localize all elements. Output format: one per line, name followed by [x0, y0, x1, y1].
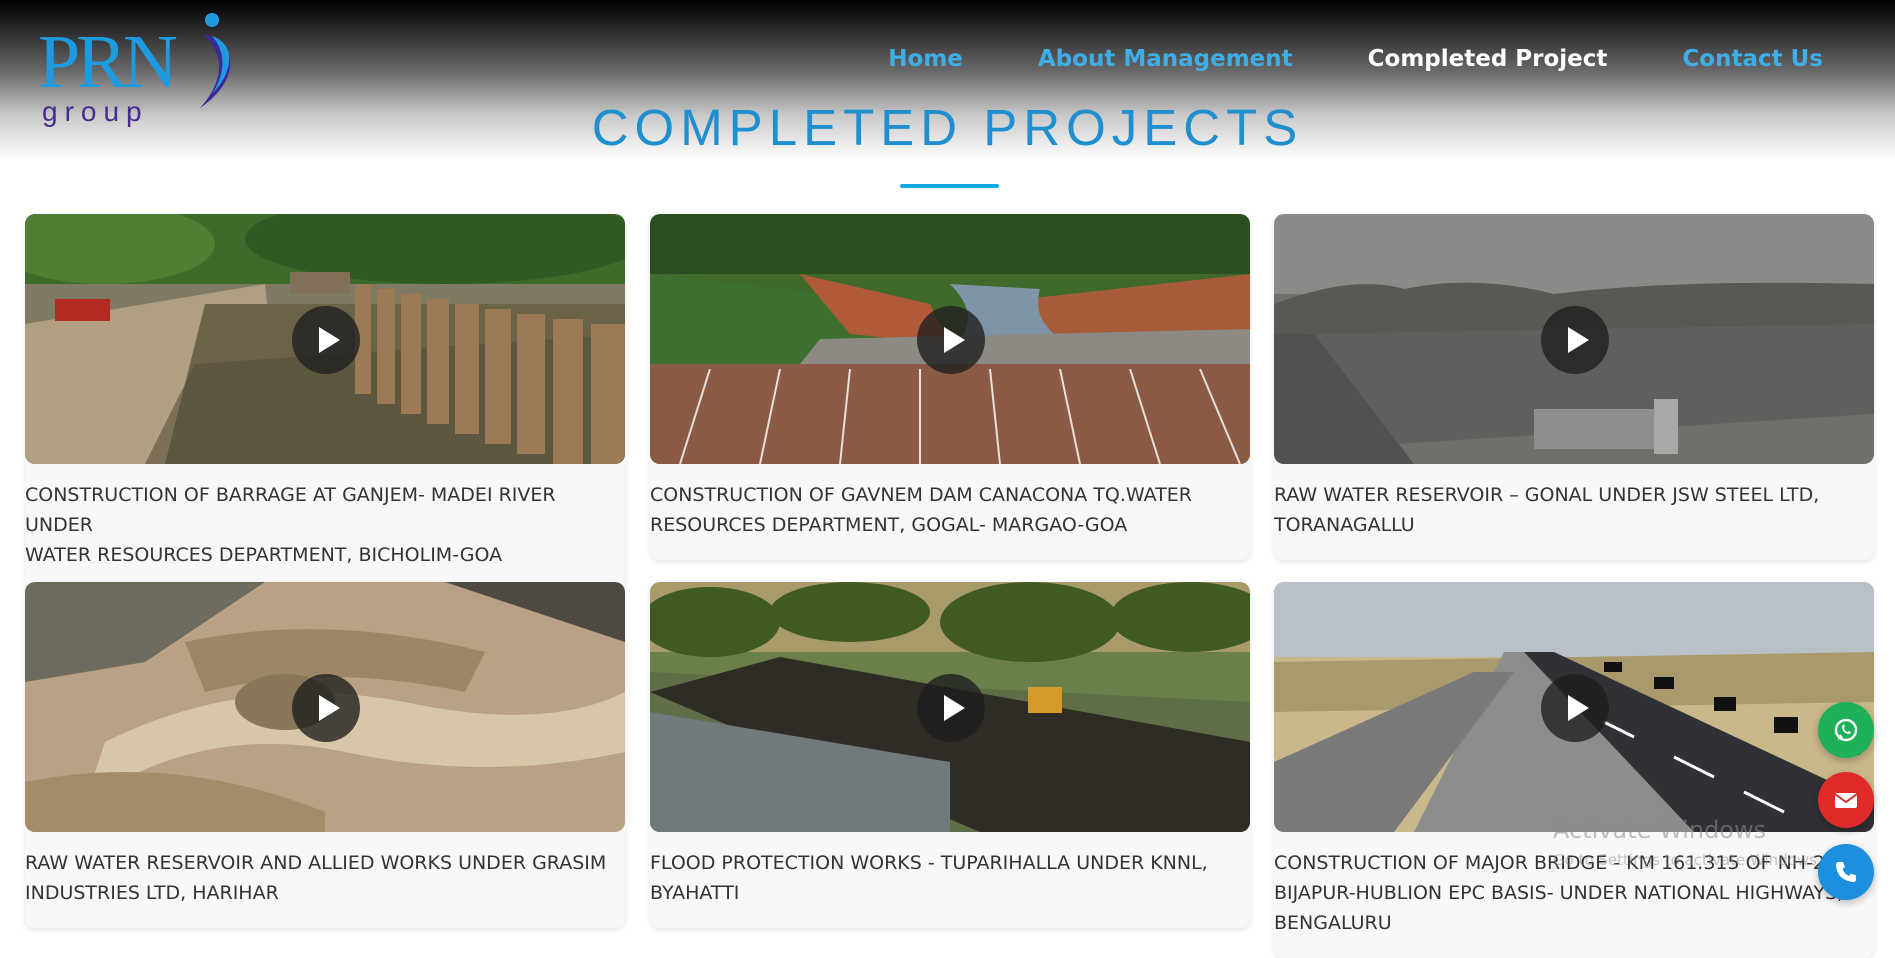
title-underline: [900, 184, 999, 188]
project-video-thumbnail[interactable]: [1274, 582, 1874, 832]
logo-swoosh-icon: [200, 13, 231, 108]
page-title: COMPLETED PROJECTS: [591, 99, 1304, 156]
project-caption: CONSTRUCTION OF BARRAGE AT GANJEM- MADEI…: [25, 464, 625, 590]
main-nav: Home About Management Completed Project …: [813, 46, 1823, 72]
project-card[interactable]: RAW WATER RESERVOIR AND ALLIED WORKS UND…: [25, 582, 625, 928]
play-button-icon[interactable]: [917, 674, 985, 742]
project-video-thumbnail[interactable]: [1274, 214, 1874, 464]
project-caption: RAW WATER RESERVOIR – GONAL UNDER JSW ST…: [1274, 464, 1874, 560]
project-caption: RAW WATER RESERVOIR AND ALLIED WORKS UND…: [25, 832, 625, 928]
caption-line: BENGALURU: [1274, 912, 1392, 934]
caption-line: CONSTRUCTION OF BARRAGE AT GANJEM- MADEI…: [25, 484, 556, 536]
caption-line: INDUSTRIES LTD, HARIHAR: [25, 882, 279, 904]
project-card[interactable]: RAW WATER RESERVOIR – GONAL UNDER JSW ST…: [1274, 214, 1874, 560]
caption-line: RESOURCES DEPARTMENT, GOGAL- MARGAO-GOA: [650, 514, 1128, 536]
play-button-icon[interactable]: [292, 674, 360, 742]
project-card[interactable]: FLOOD PROTECTION WORKS - TUPARIHALLA UND…: [650, 582, 1250, 928]
play-button-icon[interactable]: [1541, 674, 1609, 742]
caption-line: BYAHATTI: [650, 882, 740, 904]
activate-windows-watermark: Activate Windows: [1553, 816, 1767, 844]
nav-home-link[interactable]: Home: [888, 46, 963, 72]
activate-windows-subtext: Go to Settings to activate Windows.: [1553, 851, 1822, 869]
project-video-thumbnail[interactable]: [650, 214, 1250, 464]
project-card[interactable]: CONSTRUCTION OF BARRAGE AT GANJEM- MADEI…: [25, 214, 625, 590]
caption-line: TORANAGALLU: [1274, 514, 1415, 536]
project-caption: FLOOD PROTECTION WORKS - TUPARIHALLA UND…: [650, 832, 1250, 928]
nav-about-management-link[interactable]: About Management: [1038, 46, 1293, 72]
project-caption: CONSTRUCTION OF GAVNEM DAM CANACONA TQ.W…: [650, 464, 1250, 560]
play-button-icon[interactable]: [917, 306, 985, 374]
phone-icon: [1836, 862, 1856, 882]
caption-line: FLOOD PROTECTION WORKS - TUPARIHALLA UND…: [650, 852, 1208, 874]
project-video-thumbnail[interactable]: [25, 582, 625, 832]
project-card[interactable]: CONSTRUCTION OF MAJOR BRIDGE - KM 161.31…: [1274, 582, 1874, 958]
project-card[interactable]: CONSTRUCTION OF GAVNEM DAM CANACONA TQ.W…: [650, 214, 1250, 560]
play-button-icon[interactable]: [292, 306, 360, 374]
nav-completed-project-link[interactable]: Completed Project: [1368, 46, 1608, 72]
caption-line: WATER RESOURCES DEPARTMENT, BICHOLIM-GOA: [25, 544, 503, 566]
caption-line: RAW WATER RESERVOIR AND ALLIED WORKS UND…: [25, 852, 607, 874]
caption-line: RAW WATER RESERVOIR – GONAL UNDER JSW ST…: [1274, 484, 1820, 506]
logo-main-text: PRN: [38, 20, 178, 104]
envelope-icon: [1834, 793, 1858, 808]
whatsapp-button[interactable]: [1818, 702, 1874, 758]
phone-button[interactable]: [1818, 844, 1874, 900]
nav-contact-us-link[interactable]: Contact Us: [1682, 46, 1823, 72]
whatsapp-icon: [1834, 718, 1858, 742]
caption-line: CONSTRUCTION OF GAVNEM DAM CANACONA TQ.W…: [650, 484, 1192, 506]
email-button[interactable]: [1818, 772, 1874, 828]
project-video-thumbnail[interactable]: [25, 214, 625, 464]
caption-line: BIJAPUR-HUBLION EPC BASIS- UNDER NATIONA…: [1274, 882, 1844, 904]
play-button-icon[interactable]: [1541, 306, 1609, 374]
project-video-thumbnail[interactable]: [650, 582, 1250, 832]
